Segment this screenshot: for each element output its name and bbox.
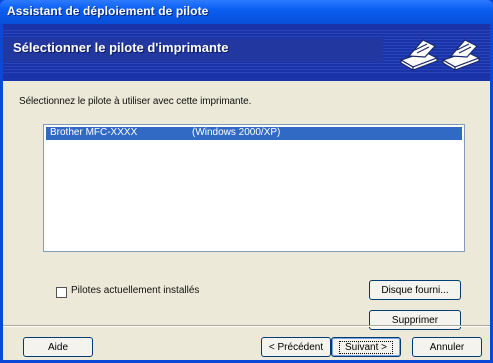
header-banner: Sélectionner le pilote d'imprimante — [3, 24, 490, 81]
installed-drivers-checkbox[interactable] — [56, 287, 67, 298]
next-button[interactable]: Suivant > — [331, 337, 401, 357]
driver-listbox[interactable]: Brother MFC-XXXX (Windows 2000/XP) — [43, 124, 465, 252]
delete-label: Supprimer — [391, 314, 439, 326]
cancel-button[interactable]: Annuler — [412, 337, 482, 357]
banner-heading: Sélectionner le pilote d'imprimante — [13, 40, 229, 55]
help-button[interactable]: Aide — [23, 337, 93, 357]
window-title: Assistant de déploiement de pilote — [7, 4, 209, 18]
footer-separator — [3, 325, 490, 327]
driver-list-item[interactable]: Brother MFC-XXXX (Windows 2000/XP) — [46, 127, 462, 140]
wizard-window: Assistant de déploiement de pilote Sélec… — [0, 0, 493, 363]
driver-os: (Windows 2000/XP) — [192, 127, 281, 138]
dialog-client-area: Sélectionner le pilote d'imprimante Séle… — [3, 24, 490, 360]
next-label: Suivant > — [339, 340, 393, 354]
delete-button[interactable]: Supprimer — [369, 310, 461, 330]
installed-drivers-label[interactable]: Pilotes actuellement installés — [71, 285, 199, 296]
have-disk-button[interactable]: Disque fourni... — [369, 280, 461, 300]
cancel-label: Annuler — [429, 341, 465, 353]
instruction-text: Sélectionnez le pilote à utiliser avec c… — [19, 96, 252, 107]
driver-name: Brother MFC-XXXX — [50, 127, 138, 138]
help-label: Aide — [47, 341, 68, 353]
back-button[interactable]: < Précédent — [261, 337, 331, 357]
have-disk-label: Disque fourni... — [381, 284, 449, 296]
printer-icon — [399, 39, 481, 72]
back-label: < Précédent — [268, 341, 324, 353]
title-bar[interactable]: Assistant de déploiement de pilote — [0, 0, 493, 24]
